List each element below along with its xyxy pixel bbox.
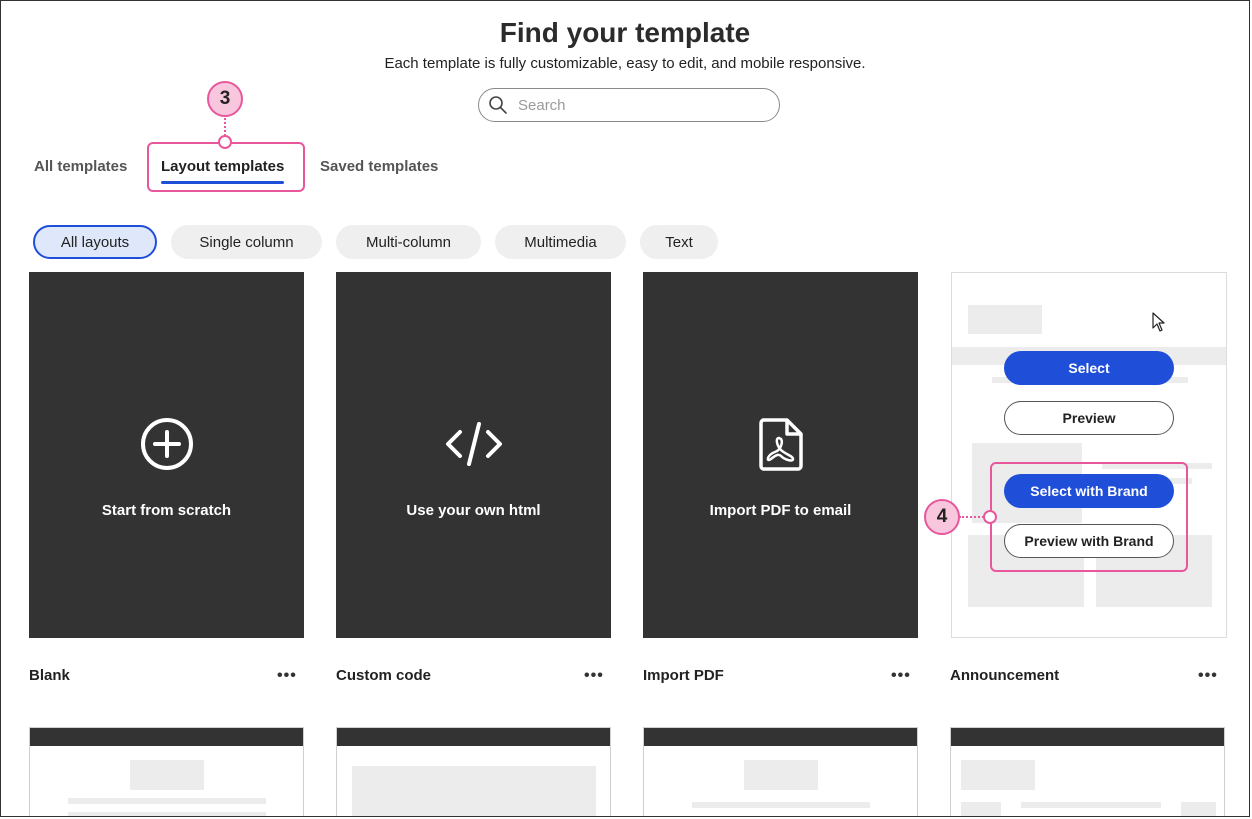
card-announcement-preview[interactable] xyxy=(951,272,1227,638)
more-options-button[interactable]: ••• xyxy=(277,667,297,685)
callout-3-connector xyxy=(224,114,226,136)
card-name-custom-code: Custom code xyxy=(336,667,432,684)
card-name-blank: Blank xyxy=(29,667,70,684)
thumb-line xyxy=(1021,802,1161,808)
callout-4-badge: 4 xyxy=(924,499,960,535)
callout-4-connector xyxy=(959,516,984,518)
card-label: Use your own html xyxy=(406,501,541,519)
preview-logo-block xyxy=(968,305,1042,334)
card-import-pdf[interactable]: Import PDF to email xyxy=(643,272,918,638)
template-thumbnail[interactable] xyxy=(336,727,611,816)
card-name-announcement: Announcement xyxy=(950,667,1060,684)
template-thumbnail[interactable] xyxy=(950,727,1225,816)
card-name-import-pdf: Import PDF xyxy=(643,667,724,684)
page-subtitle: Each template is fully customizable, eas… xyxy=(384,55,866,72)
plus-circle-icon xyxy=(140,417,193,470)
thumb-line xyxy=(692,802,870,808)
thumb-logo-block xyxy=(130,760,204,790)
thumb-logo-block xyxy=(744,760,818,790)
card-label: Start from scratch xyxy=(101,501,232,519)
card-label: Import PDF to email xyxy=(709,501,852,519)
window-frame: Find your template Each template is full… xyxy=(0,0,1250,817)
thumb-header-bar xyxy=(644,728,917,746)
thumb-logo-block xyxy=(961,760,1035,790)
thumb-header-bar xyxy=(30,728,303,746)
preview-button[interactable]: Preview xyxy=(1004,401,1174,435)
search-icon xyxy=(489,96,507,114)
pdf-file-icon xyxy=(758,417,803,471)
callout-4-dot xyxy=(983,510,997,524)
filter-single-column[interactable]: Single column xyxy=(171,225,322,259)
filter-multimedia[interactable]: Multimedia xyxy=(495,225,626,259)
callout-3-badge: 3 xyxy=(207,81,243,117)
callout-4-highlight xyxy=(990,462,1188,572)
select-button[interactable]: Select xyxy=(1004,351,1174,385)
more-options-button[interactable]: ••• xyxy=(584,667,604,685)
callout-3-highlight xyxy=(147,142,305,192)
callout-3-dot xyxy=(218,135,232,149)
card-start-from-scratch[interactable]: Start from scratch xyxy=(29,272,304,638)
thumb-image-block xyxy=(352,766,596,816)
more-options-button[interactable]: ••• xyxy=(891,667,911,685)
search-input[interactable] xyxy=(516,95,760,115)
thumb-line xyxy=(68,812,266,816)
filter-multi-column[interactable]: Multi-column xyxy=(336,225,481,259)
tab-saved-templates[interactable]: Saved templates xyxy=(320,158,438,175)
code-icon xyxy=(445,421,502,466)
card-use-own-html[interactable]: Use your own html xyxy=(336,272,611,638)
more-options-button[interactable]: ••• xyxy=(1198,667,1218,685)
page-title: Find your template xyxy=(499,17,751,48)
thumb-block xyxy=(961,802,1001,816)
filter-text[interactable]: Text xyxy=(640,225,718,259)
search-bar[interactable] xyxy=(478,88,780,122)
thumb-block xyxy=(1181,802,1216,816)
template-thumbnail[interactable] xyxy=(29,727,304,816)
filter-all-layouts[interactable]: All layouts xyxy=(33,225,157,259)
thumb-header-bar xyxy=(951,728,1224,746)
tab-all-templates[interactable]: All templates xyxy=(34,158,127,175)
thumb-header-bar xyxy=(337,728,610,746)
thumb-line xyxy=(68,798,266,804)
callout-3-number: 3 xyxy=(219,88,231,109)
template-thumbnail[interactable] xyxy=(643,727,918,816)
callout-4-number: 4 xyxy=(936,506,948,527)
mouse-cursor-icon xyxy=(1152,312,1165,332)
